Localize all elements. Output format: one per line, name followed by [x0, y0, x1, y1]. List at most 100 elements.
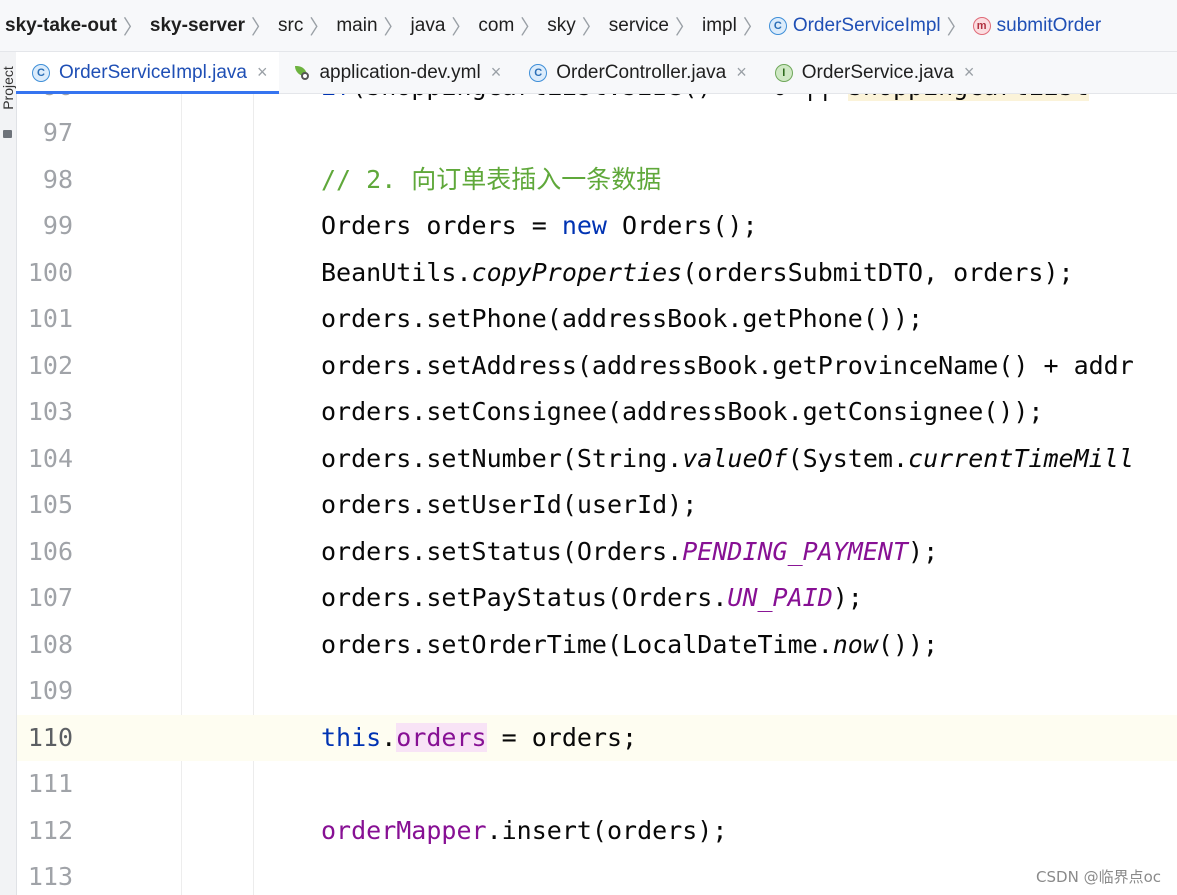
editor-tab[interactable]: C OrderController.java × [513, 52, 759, 93]
code-text: BeanUtils.copyProperties(ordersSubmitDTO… [321, 257, 1074, 287]
breadcrumb-item[interactable]: sky-take-out [2, 15, 120, 37]
code-text: orders.setPayStatus(Orders.UN_PAID); [321, 583, 863, 612]
chevron-right-icon: 〉 [122, 17, 143, 39]
breadcrumb-item-label: submitOrder [996, 14, 1102, 36]
project-tool-label[interactable]: Project [0, 62, 16, 114]
line-number: 103 [27, 397, 73, 426]
code-line[interactable]: 101 orders.setPhone(addressBook.getPhone(… [17, 296, 1177, 342]
line-number: 109 [27, 676, 73, 705]
code-text: orders.setPhone(addressBook.getPhone()); [321, 304, 924, 333]
code-line[interactable]: 100 BeanUtils.copyProperties(ordersSubmit… [17, 250, 1177, 296]
chevron-right-icon: 〉 [946, 17, 967, 39]
line-number: 112 [27, 815, 73, 845]
project-tool-window-strip[interactable]: Project [0, 52, 17, 895]
breadcrumb-item-label: sky-take-out [5, 14, 117, 36]
code-line[interactable]: 106 orders.setStatus(Orders.PENDING_PAYME… [17, 529, 1177, 575]
code-line[interactable]: 107 orders.setPayStatus(Orders.UN_PAID); [17, 575, 1177, 621]
breadcrumb-item-label: OrderServiceImpl [792, 14, 941, 36]
breadcrumb-item-label: main [336, 14, 378, 36]
code-editor[interactable]: 96 if(shoppingCartList.size() == 0 || sho… [17, 94, 1177, 895]
line-number: 113 [27, 862, 73, 891]
breadcrumb-item-label: com [478, 14, 515, 36]
breadcrumb: sky-take-out 〉 sky-server 〉 src 〉 main 〉 java 〉 co… [0, 0, 1177, 52]
breadcrumb-item[interactable]: src [275, 15, 306, 37]
editor-tab[interactable]: I OrderService.java × [759, 52, 987, 93]
chevron-right-icon: 〉 [251, 17, 272, 39]
chevron-right-icon: 〉 [581, 17, 602, 39]
breadcrumb-item[interactable]: java [408, 15, 449, 37]
editor-tab[interactable]: C OrderServiceImpl.java × [16, 52, 280, 94]
close-icon[interactable]: × [960, 62, 975, 83]
line-number: 99 [42, 211, 73, 240]
breadcrumb-item[interactable]: sky [544, 15, 579, 37]
breadcrumb-item[interactable]: impl [699, 15, 740, 37]
folder-icon [3, 130, 12, 138]
class-icon: C [32, 63, 50, 82]
code-line[interactable]: 108 orders.setOrderTime(LocalDateTime.now… [17, 622, 1177, 668]
breadcrumb-item-label: service [608, 14, 669, 36]
code-line[interactable]: 113 [17, 854, 1177, 895]
code-line[interactable]: 103 orders.setConsignee(addressBook.getCo… [17, 389, 1177, 435]
line-number: 100 [27, 257, 73, 287]
breadcrumb-item-label: sky-server [149, 14, 246, 36]
breadcrumb-item[interactable]: sky-server [147, 15, 248, 37]
line-number: 104 [27, 443, 73, 473]
breadcrumb-item[interactable]: main [333, 15, 380, 37]
breadcrumb-item[interactable]: C OrderServiceImpl [767, 15, 944, 37]
close-icon[interactable]: × [253, 62, 268, 83]
breadcrumb-item[interactable]: m submitOrder [971, 15, 1105, 37]
code-text: this.orders = orders; [321, 722, 638, 752]
line-number: 107 [27, 583, 73, 612]
breadcrumb-item-label: src [278, 14, 304, 36]
line-number: 111 [27, 769, 73, 798]
code-line[interactable]: 102 orders.setAddress(addressBook.getProv… [17, 343, 1177, 389]
tab-label: application-dev.yml [319, 61, 481, 83]
tab-label: OrderService.java [801, 61, 954, 83]
watermark: CSDN @临界点oc [1036, 868, 1161, 886]
breadcrumb-item-label: java [410, 14, 446, 36]
chevron-right-icon: 〉 [520, 17, 541, 39]
code-text: orders.setStatus(Orders.PENDING_PAYMENT)… [321, 536, 939, 566]
line-number: 108 [27, 629, 73, 659]
close-icon[interactable]: × [487, 62, 502, 83]
code-line[interactable]: 111 [17, 761, 1177, 807]
line-number: 96 [17, 94, 73, 110]
class-icon: C [529, 63, 548, 82]
code-line[interactable]: 97 [17, 110, 1177, 156]
code-text: orderMapper.insert(orders); [321, 815, 728, 845]
method-icon: m [972, 16, 991, 35]
tab-label: OrderController.java [556, 61, 727, 83]
chevron-right-icon: 〉 [309, 17, 330, 39]
code-line[interactable]: 99 Orders orders = new Orders(); [17, 203, 1177, 249]
line-number: 98 [42, 164, 73, 194]
breadcrumb-item[interactable]: service [606, 15, 672, 37]
chevron-right-icon: 〉 [674, 17, 695, 39]
close-icon[interactable]: × [732, 62, 747, 83]
line-number: 105 [27, 490, 73, 519]
code-text: orders.setOrderTime(LocalDateTime.now())… [321, 629, 939, 659]
interface-icon: I [774, 63, 793, 82]
breadcrumb-item-label: impl [701, 14, 737, 36]
line-number: 110 [27, 722, 73, 752]
line-number: 102 [27, 350, 73, 380]
code-line[interactable]: 104 orders.setNumber(String.valueOf(Syste… [17, 436, 1177, 482]
code-text: Orders orders = new Orders(); [321, 211, 758, 240]
code-line[interactable]: 109 [17, 668, 1177, 714]
chevron-right-icon: 〉 [742, 17, 763, 39]
code-text: if(shoppingCartList.size() == 0 || shopp… [321, 94, 1089, 110]
code-text: orders.setUserId(userId); [321, 490, 698, 519]
code-line[interactable]: 112 orderMapper.insert(orders); [17, 808, 1177, 854]
breadcrumb-item[interactable]: com [475, 15, 517, 37]
code-text: orders.setAddress(addressBook.getProvinc… [321, 350, 1134, 380]
editor-tab-bar: C OrderServiceImpl.java × application-dev.y… [16, 52, 1177, 94]
current-code-line[interactable]: 110 this.orders = orders; [17, 714, 1177, 761]
code-line[interactable]: 98 // 2. 向订单表插入一条数据 [17, 157, 1177, 203]
code-text: orders.setNumber(String.valueOf(System.c… [321, 443, 1134, 473]
chevron-right-icon: 〉 [451, 17, 472, 39]
code-line[interactable]: 96 if(shoppingCartList.size() == 0 || sho… [17, 94, 1177, 110]
line-number: 106 [27, 536, 73, 566]
line-number: 97 [42, 118, 73, 147]
editor-tab[interactable]: application-dev.yml × [279, 52, 513, 93]
tab-label: OrderServiceImpl.java [59, 61, 247, 83]
code-line[interactable]: 105 orders.setUserId(userId); [17, 482, 1177, 528]
